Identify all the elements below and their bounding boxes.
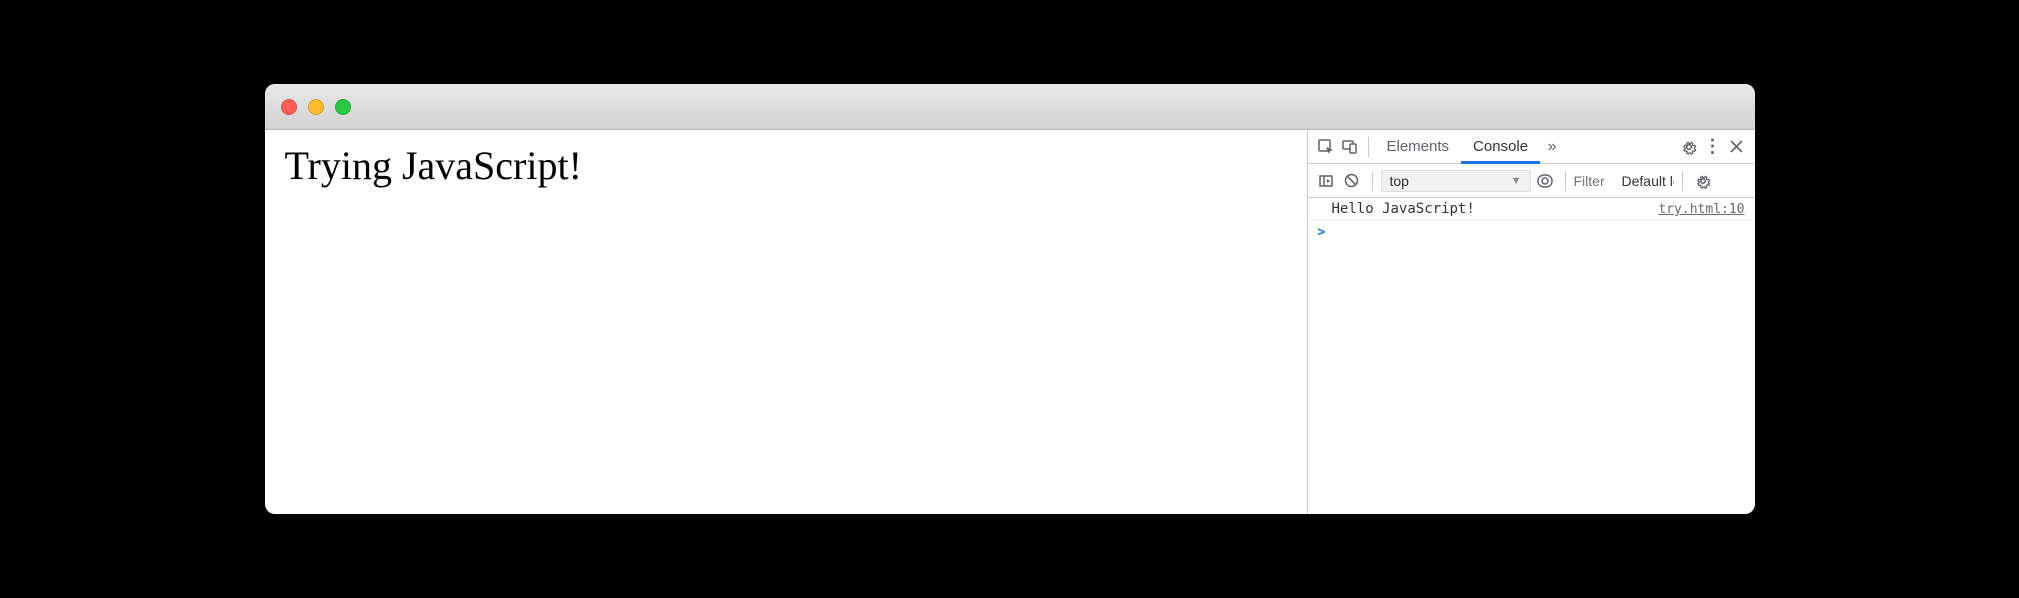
filter-input[interactable] — [1574, 173, 1616, 189]
tab-elements[interactable]: Elements — [1375, 130, 1462, 164]
minimize-window-button[interactable] — [308, 99, 324, 115]
console-log-message: Hello JavaScript! — [1332, 201, 1659, 217]
page-viewport: Trying JavaScript! — [265, 130, 1307, 514]
log-levels-selector[interactable]: Default levels — [1618, 173, 1674, 189]
chevron-down-icon: ▼ — [1511, 175, 1522, 187]
console-log-entry: Hello JavaScript! try.html:10 — [1308, 198, 1755, 221]
console-prompt[interactable]: > — [1308, 221, 1755, 244]
devtools-panel: Elements Console » ⋮ — [1307, 130, 1755, 514]
console-settings-icon[interactable] — [1691, 169, 1715, 193]
devtools-tabbar: Elements Console » ⋮ — [1308, 130, 1755, 164]
kebab-menu-icon[interactable]: ⋮ — [1701, 135, 1725, 159]
separator — [1372, 171, 1373, 191]
window-content: Trying JavaScript! Elements — [265, 130, 1755, 514]
device-toggle-icon[interactable] — [1338, 135, 1362, 159]
inspect-element-icon[interactable] — [1314, 135, 1338, 159]
close-window-button[interactable] — [281, 99, 297, 115]
clear-console-icon[interactable] — [1340, 169, 1364, 193]
console-output: Hello JavaScript! try.html:10 > — [1308, 198, 1755, 514]
separator — [1368, 137, 1369, 157]
tab-console[interactable]: Console — [1461, 130, 1540, 164]
console-toolbar: top ▼ Default levels — [1308, 164, 1755, 198]
window-titlebar — [265, 84, 1755, 130]
maximize-window-button[interactable] — [335, 99, 351, 115]
live-expression-icon[interactable] — [1533, 169, 1557, 193]
close-devtools-icon[interactable] — [1725, 135, 1749, 159]
separator — [1682, 171, 1683, 191]
toggle-sidebar-icon[interactable] — [1314, 169, 1338, 193]
page-heading: Trying JavaScript! — [285, 142, 1287, 189]
separator — [1565, 171, 1566, 191]
prompt-caret-icon: > — [1318, 225, 1326, 240]
context-selector-label: top — [1390, 173, 1409, 189]
settings-icon[interactable] — [1677, 135, 1701, 159]
context-selector[interactable]: top ▼ — [1381, 170, 1531, 192]
console-log-source-link[interactable]: try.html:10 — [1658, 202, 1744, 217]
more-tabs-icon[interactable]: » — [1540, 135, 1564, 159]
browser-window: Trying JavaScript! Elements — [265, 84, 1755, 514]
